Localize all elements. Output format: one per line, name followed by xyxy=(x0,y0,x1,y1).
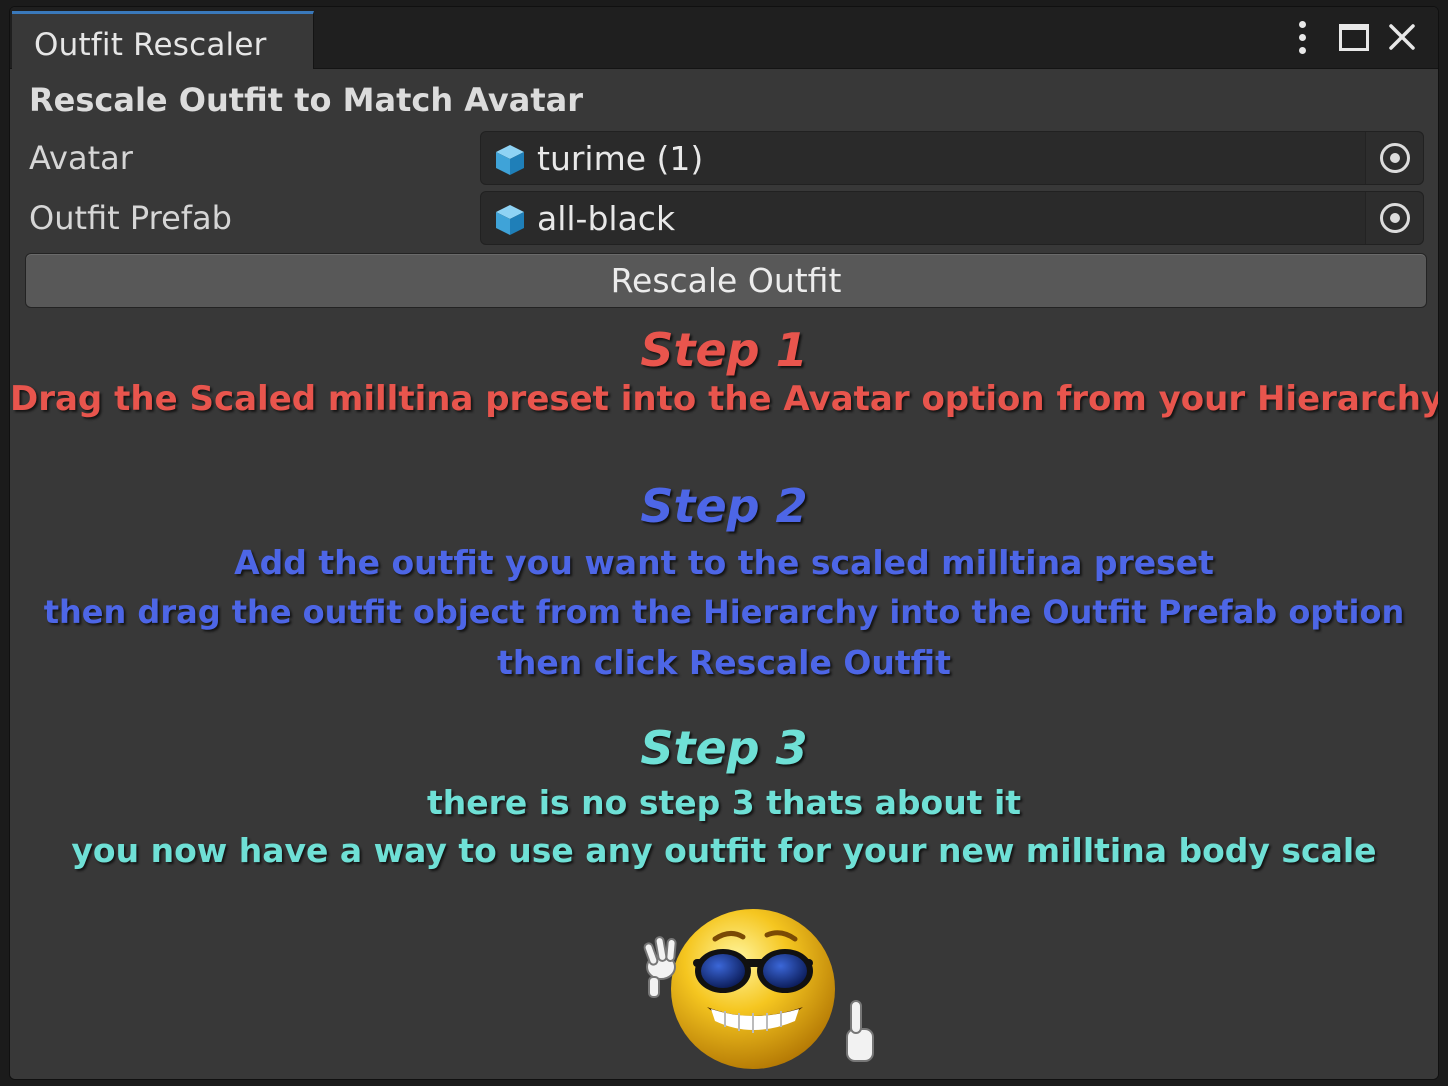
step3-line: you now have a way to use any outfit for… xyxy=(71,831,1377,870)
section-header: Rescale Outfit to Match Avatar xyxy=(29,81,583,119)
inspector-content: Rescale Outfit to Match Avatar Avatar tu… xyxy=(10,69,1439,1079)
rescale-outfit-button[interactable]: Rescale Outfit xyxy=(25,253,1427,308)
maximize-icon[interactable] xyxy=(1334,17,1374,57)
outfit-prefab-value: all-black xyxy=(537,199,676,238)
avatar-picker-button[interactable] xyxy=(1365,132,1423,184)
avatar-label: Avatar xyxy=(29,139,133,177)
prefab-cube-icon xyxy=(496,205,524,235)
outfit-field-row: Outfit Prefab all-black xyxy=(10,191,1438,247)
avatar-object-field[interactable]: turime (1) xyxy=(480,131,1424,185)
more-options-icon[interactable] xyxy=(1282,17,1322,57)
cool-sunglasses-thumbs-up-emoji-icon xyxy=(643,909,874,1069)
step2-line: then click Rescale Outfit xyxy=(497,643,951,682)
avatar-value: turime (1) xyxy=(537,139,704,178)
object-picker-icon xyxy=(1379,203,1410,233)
step3-line: there is no step 3 thats about it xyxy=(426,783,1022,822)
step2-title: Step 2 xyxy=(640,479,808,533)
title-bar: Outfit Rescaler xyxy=(10,7,1438,69)
object-picker-icon xyxy=(1379,143,1410,173)
step1-title: Step 1 xyxy=(640,323,808,377)
tab-label: Outfit Rescaler xyxy=(34,27,267,63)
tab-outfit-rescaler[interactable]: Outfit Rescaler xyxy=(12,11,314,69)
step2-line: Add the outfit you want to the scaled mi… xyxy=(234,543,1214,582)
prefab-cube-icon xyxy=(496,145,524,175)
outfit-prefab-object-field[interactable]: all-black xyxy=(480,191,1424,245)
outfit-prefab-picker-button[interactable] xyxy=(1365,192,1423,244)
editor-window: Outfit Rescaler Rescale Outfit to Match … xyxy=(9,6,1439,1080)
outfit-prefab-label: Outfit Prefab xyxy=(29,199,232,237)
avatar-field-row: Avatar turime (1) xyxy=(10,131,1438,187)
close-icon[interactable] xyxy=(1382,17,1422,57)
step3-title: Step 3 xyxy=(640,721,808,775)
step2-line: then drag the outfit object from the Hie… xyxy=(43,593,1405,631)
step1-line: Drag the Scaled milltina preset into the… xyxy=(10,379,1439,419)
